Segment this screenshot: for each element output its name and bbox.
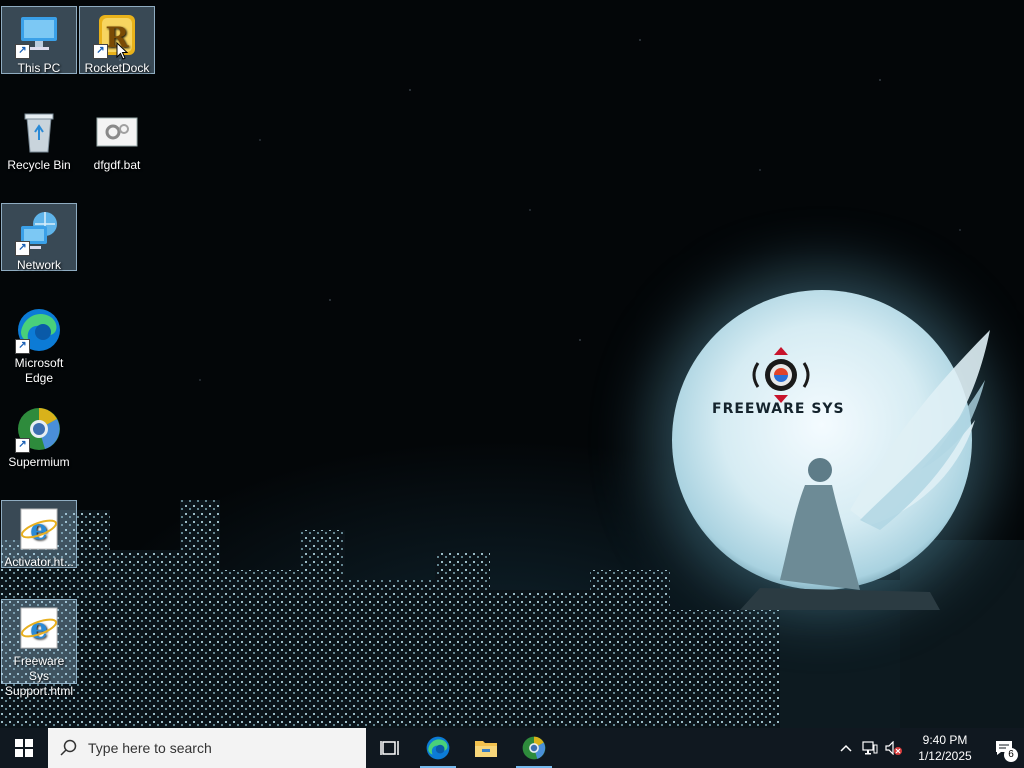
shortcut-arrow-icon: ↗ (93, 44, 108, 59)
network-status-icon (862, 741, 878, 755)
desktop-icon-this-pc[interactable]: ↗ This PC (1, 6, 77, 75)
desktop-icon-dfgdf-bat[interactable]: dfgdf.bat (79, 104, 155, 172)
notification-count-badge: 6 (1004, 748, 1018, 762)
recycle-bin-icon (15, 108, 63, 156)
batch-file-icon (93, 108, 141, 156)
desktop-icon-label: This PC (17, 61, 61, 75)
task-view-button[interactable] (366, 728, 414, 768)
search-icon (60, 739, 77, 756)
start-button[interactable] (0, 728, 48, 768)
desktop-icon-activator-html[interactable]: e Activator.ht... (1, 500, 77, 569)
desktop-icon-freeware-sys-support[interactable]: e Freeware Sys Support.html (1, 599, 77, 698)
desktop-icon-label: Microsoft Edge (14, 356, 64, 385)
this-pc-icon: ↗ (15, 11, 63, 59)
volume-muted-icon (885, 741, 902, 755)
volume-tray-button[interactable] (882, 728, 906, 768)
desktop-icon-label: Recycle Bin (7, 158, 71, 172)
desktop-icon-label: Freeware Sys Support.html (4, 654, 74, 698)
desktop-icon-microsoft-edge[interactable]: ↗ Microsoft Edge (1, 302, 77, 386)
clock-date: 1/12/2025 (918, 749, 972, 763)
clock-time: 9:40 PM (922, 733, 968, 747)
shortcut-arrow-icon: ↗ (15, 438, 30, 453)
taskbar-file-explorer-button[interactable] (462, 728, 510, 768)
taskbar-edge-button[interactable] (414, 728, 462, 768)
task-view-icon (380, 741, 399, 755)
angel-silhouette (740, 330, 990, 610)
taskbar-supermium-button[interactable] (510, 728, 558, 768)
desktop-icon-label: Activator.ht... (4, 555, 74, 569)
shortcut-arrow-icon: ↗ (15, 44, 30, 59)
shortcut-arrow-icon: ↗ (15, 339, 30, 354)
edge-icon: ↗ (15, 306, 63, 354)
windows-logo-icon (15, 739, 33, 757)
internet-explorer-icon: e (15, 505, 63, 553)
taskbar-search-box[interactable]: Type here to search (48, 728, 366, 768)
network-icon: ↗ (15, 208, 63, 256)
file-explorer-icon (475, 741, 497, 757)
chevron-up-icon (840, 744, 852, 752)
desktop-icon-supermium[interactable]: ↗ Supermium (1, 401, 77, 469)
desktop-icon-rocketdock[interactable]: R ↗ RocketDock (79, 6, 155, 75)
system-tray: 9:40 PM 1/12/2025 6 (834, 728, 1024, 768)
search-placeholder: Type here to search (88, 740, 212, 756)
desktop-icon-label: Supermium (8, 455, 70, 469)
desktop-icon-label: dfgdf.bat (93, 158, 141, 172)
edge-icon (426, 736, 450, 760)
supermium-icon: ↗ (15, 405, 63, 453)
supermium-icon (522, 736, 546, 760)
internet-explorer-icon: e (15, 604, 63, 652)
show-hidden-icons-button[interactable] (834, 728, 858, 768)
mouse-cursor-icon (116, 42, 128, 60)
taskbar-clock[interactable]: 9:40 PM 1/12/2025 (906, 732, 984, 764)
desktop-icon-recycle-bin[interactable]: Recycle Bin (1, 104, 77, 172)
network-tray-button[interactable] (858, 728, 882, 768)
shortcut-arrow-icon: ↗ (15, 241, 30, 256)
svg-text:e: e (30, 612, 48, 645)
desktop-icon-network[interactable]: ↗ Network (1, 203, 77, 272)
desktop-icon-label: RocketDock (84, 61, 150, 75)
svg-text:e: e (30, 513, 48, 546)
desktop-icon-label: Network (16, 258, 61, 272)
action-center-button[interactable]: 6 (984, 728, 1024, 768)
taskbar: Type here to search 9:40 PM 1/12/2025 6 (0, 728, 1024, 768)
